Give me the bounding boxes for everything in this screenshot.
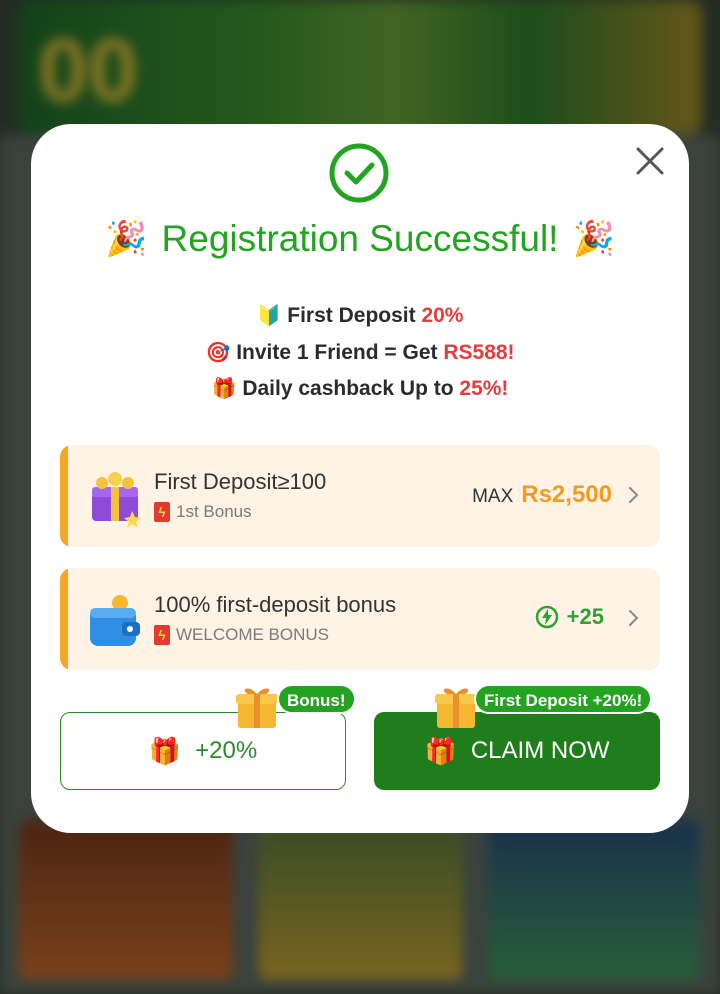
- card-subtitle: WELCOME BONUS: [176, 625, 330, 644]
- bolt-icon: ϟ: [154, 502, 170, 522]
- reward-points: +25: [535, 604, 604, 630]
- check-circle-icon: [329, 143, 389, 203]
- gift-icon: 🎁: [424, 735, 457, 766]
- bonus-tag: Bonus!: [277, 684, 356, 714]
- modal-title-row: 🎉 Registration Successful! 🎉: [31, 218, 689, 260]
- claim-now-button[interactable]: 🎁 CLAIM NOW: [374, 712, 660, 790]
- gift-icon: 🎁: [211, 378, 237, 400]
- promo-highlight: 20%: [421, 304, 464, 327]
- first-deposit-tag: First Deposit +20%!: [474, 684, 653, 714]
- chevron-right-icon: [629, 610, 638, 626]
- max-amount: Rs2,500: [521, 481, 612, 508]
- bolt-icon: ϟ: [154, 625, 170, 645]
- card-subtitle: 1st Bonus: [176, 502, 252, 521]
- target-icon: 🎯: [205, 341, 231, 364]
- party-popper-icon: 🎉: [105, 220, 148, 258]
- promo-line: 🎯 Invite 1 Friend = Get RS588!: [31, 335, 689, 372]
- promo-line: 🔰 First Deposit 20%: [31, 298, 689, 335]
- promo-line: 🎁 Daily cashback Up to 25%!: [31, 371, 689, 408]
- card-title: First Deposit≥100: [154, 469, 327, 494]
- promo-highlight: RS588!: [443, 340, 515, 364]
- reward-value: +25: [566, 604, 604, 629]
- beginner-badge-icon: 🔰: [256, 305, 282, 327]
- gift-icon: 🎁: [148, 735, 182, 766]
- gift-box-icon: [236, 688, 278, 728]
- promo-text: First Deposit: [287, 304, 422, 327]
- gift-box-icon: [435, 688, 477, 728]
- promo-text: Daily cashback Up to: [242, 377, 460, 400]
- party-popper-icon: 🎉: [572, 220, 615, 258]
- promo-list: 🔰 First Deposit 20% 🎯 Invite 1 Friend = …: [31, 298, 689, 408]
- energy-icon: [535, 605, 558, 629]
- close-icon[interactable]: [633, 144, 667, 178]
- bonus-button[interactable]: 🎁 +20%: [60, 712, 346, 790]
- registration-success-modal: 🎉 Registration Successful! 🎉 🔰 First Dep…: [31, 124, 689, 833]
- card-subtitle-row: ϟ 1st Bonus: [154, 502, 252, 522]
- welcome-bonus-card[interactable]: 100% first-deposit bonus ϟ WELCOME BONUS…: [60, 568, 660, 670]
- chevron-right-icon: [629, 487, 638, 503]
- max-bonus: MAX Rs2,500: [472, 481, 612, 509]
- card-subtitle-row: ϟ WELCOME BONUS: [154, 625, 329, 645]
- wallet-icon: [90, 595, 140, 646]
- bonus-button-label: +20%: [195, 737, 258, 764]
- promo-highlight: 25%!: [459, 377, 509, 400]
- first-deposit-card[interactable]: First Deposit≥100 ϟ 1st Bonus MAX Rs2,50…: [60, 445, 660, 547]
- max-label: MAX: [472, 486, 514, 507]
- treasure-chest-icon: [92, 472, 141, 528]
- card-title: 100% first-deposit bonus: [154, 592, 397, 617]
- promo-text: Invite 1 Friend = Get: [236, 340, 444, 364]
- modal-title: Registration Successful!: [161, 218, 559, 259]
- claim-now-label: CLAIM NOW: [470, 737, 610, 764]
